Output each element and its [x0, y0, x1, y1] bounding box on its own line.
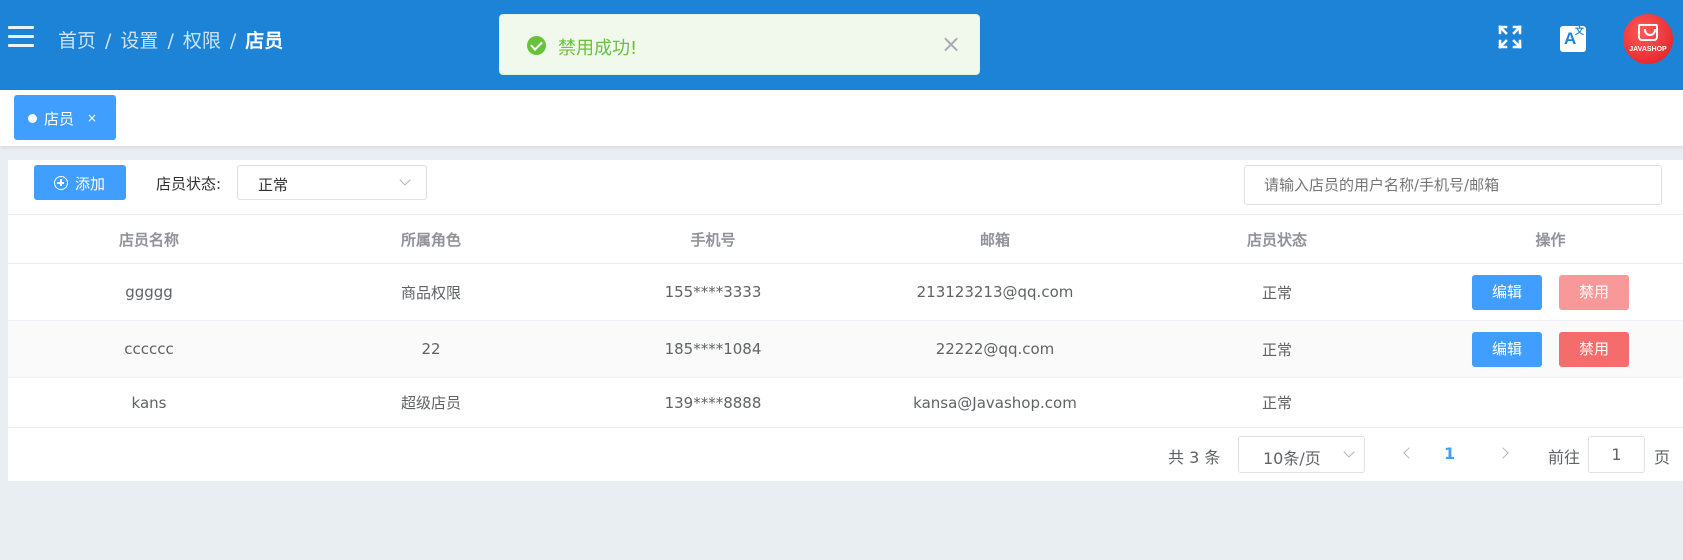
disable-button[interactable]: 禁用 [1559, 331, 1629, 367]
breadcrumb-home[interactable]: 首页 [58, 30, 96, 52]
page-size-value: 10条/页 [1263, 449, 1321, 468]
goto-page-input[interactable] [1588, 436, 1645, 473]
add-button-label: 添加 [75, 175, 106, 193]
chevron-down-icon [399, 174, 411, 186]
tag-staff[interactable]: 店员 × [14, 95, 116, 140]
staff-email: 22222@qq.com [935, 340, 1055, 358]
status-filter-value: 正常 [258, 176, 289, 194]
table-row: cccccc 22 185****1084 22222@qq.com 正常 编辑… [8, 321, 1683, 378]
breadcrumb-permissions[interactable]: 权限 [183, 30, 221, 52]
breadcrumb-separator: / [167, 30, 174, 52]
column-header: 邮箱 [979, 230, 1010, 249]
shopping-bag-icon [1638, 24, 1658, 41]
staff-role: 超级店员 [400, 394, 461, 412]
staff-role: 商品权限 [400, 283, 461, 302]
column-header: 店员名称 [118, 230, 179, 249]
success-toast: 禁用成功! × [499, 14, 980, 75]
prev-page-icon[interactable] [1403, 447, 1415, 459]
toast-close-icon[interactable]: × [941, 30, 961, 58]
success-check-icon [527, 36, 546, 55]
row-actions [1418, 378, 1683, 427]
breadcrumb-settings[interactable]: 设置 [120, 30, 158, 52]
pagination-total: 共 3 条 [1168, 448, 1221, 467]
tags-view-bar: 店员 × [0, 90, 1683, 146]
avatar[interactable]: JAVASHOP [1623, 14, 1673, 64]
search-input[interactable] [1245, 166, 1603, 204]
table-row: ggggg 商品权限 155****3333 213123213@qq.com … [8, 264, 1683, 321]
breadcrumb-separator: / [105, 30, 112, 52]
edit-button[interactable]: 编辑 [1472, 274, 1542, 310]
next-page-icon[interactable] [1497, 447, 1509, 459]
column-header: 操作 [1535, 230, 1566, 249]
row-actions: 编辑 禁用 [1418, 321, 1683, 377]
staff-email: 213123213@qq.com [916, 283, 1074, 301]
row-actions: 编辑 禁用 [1418, 264, 1683, 320]
table-row: kans 超级店员 139****8888 kansa@Javashop.com… [8, 378, 1683, 428]
toast-message: 禁用成功! [558, 38, 638, 59]
breadcrumb: 首页 / 设置 / 权限 / 店员 [58, 26, 283, 53]
page-size-select[interactable]: 10条/页 [1238, 436, 1365, 473]
staff-phone: 155****3333 [664, 283, 762, 301]
status-filter-select[interactable]: 正常 [237, 165, 427, 200]
tag-close-icon[interactable]: × [87, 111, 97, 125]
goto-label: 前往 [1548, 448, 1581, 467]
status-filter-label: 店员状态: [156, 175, 222, 193]
staff-name: cccccc [124, 340, 174, 358]
tag-label: 店员 [44, 110, 75, 128]
staff-table: 店员名称 所属角色 手机号 邮箱 店员状态 操作 ggggg 商品权限 155*… [8, 214, 1683, 428]
page-number-current[interactable]: 1 [1444, 444, 1455, 463]
active-dot-icon [28, 114, 37, 123]
column-header: 所属角色 [400, 230, 461, 249]
column-header: 手机号 [690, 230, 736, 249]
staff-panel: 添加 店员状态: 正常 店员名称 所属角色 手机号 邮箱 店员状态 操作 ggg… [8, 160, 1683, 481]
staff-phone: 185****1084 [664, 340, 762, 358]
staff-status: 正常 [1261, 283, 1292, 302]
add-staff-button[interactable]: 添加 [34, 165, 126, 200]
search-group [1244, 165, 1662, 205]
staff-email: kansa@Javashop.com [913, 393, 1077, 412]
staff-name: kans [131, 393, 167, 412]
fullscreen-icon[interactable] [1497, 24, 1523, 50]
pagination: 共 3 条 10条/页 1 前往 页 [8, 436, 1683, 481]
edit-button[interactable]: 编辑 [1472, 331, 1542, 367]
breadcrumb-separator: / [229, 30, 237, 52]
staff-role: 22 [421, 340, 441, 358]
language-icon-sub: 文 [1574, 26, 1584, 36]
chevron-down-icon [1343, 446, 1355, 458]
plus-circle-icon [54, 176, 68, 190]
table-header-row: 店员名称 所属角色 手机号 邮箱 店员状态 操作 [8, 214, 1683, 264]
staff-name: ggggg [125, 283, 173, 301]
staff-status: 正常 [1261, 340, 1292, 359]
language-switch-icon[interactable]: A 文 [1560, 26, 1586, 52]
staff-status: 正常 [1261, 394, 1292, 412]
column-header: 店员状态 [1246, 230, 1307, 249]
goto-page-unit: 页 [1654, 448, 1671, 467]
disable-button[interactable]: 禁用 [1559, 274, 1629, 310]
avatar-brand-text: JAVASHOP [1629, 46, 1667, 53]
staff-phone: 139****8888 [664, 393, 762, 412]
breadcrumb-current: 店员 [245, 30, 284, 52]
hamburger-menu-icon[interactable] [8, 26, 34, 48]
